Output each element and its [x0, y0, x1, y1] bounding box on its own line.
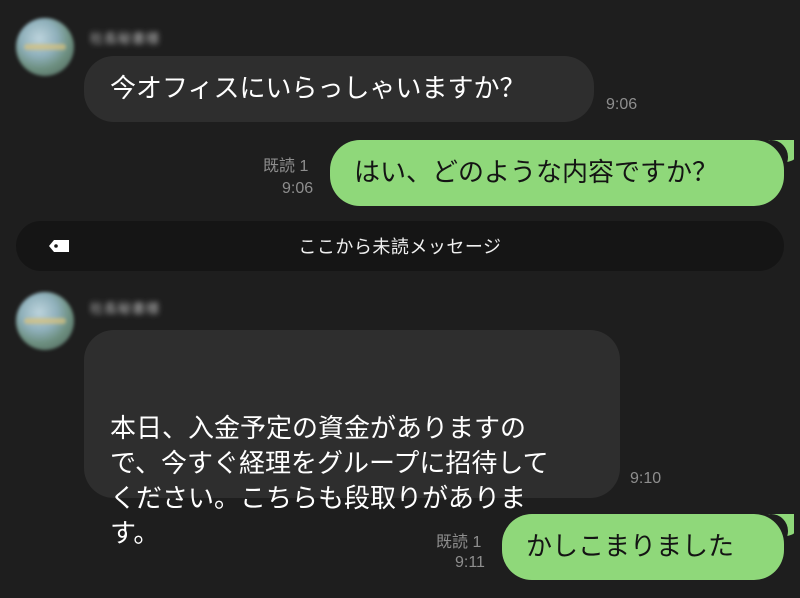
sender-avatar[interactable]	[16, 292, 74, 350]
tag-icon	[49, 240, 69, 252]
sender-name: 社長秘書様	[90, 32, 161, 47]
sender-name: 社長秘書様	[90, 302, 161, 317]
outgoing-message-bubble[interactable]: かしこまりました	[502, 514, 784, 580]
sender-avatar[interactable]	[16, 18, 74, 76]
chat-thread[interactable]: 社長秘書様 今オフィスにいらっしゃいますか？ 9:06 既読 1 9:06 はい…	[0, 0, 800, 598]
incoming-message-bubble[interactable]: 本日、入金予定の資金がありますので、今すぐ経理をグループに招待してください。こち…	[84, 330, 620, 549]
message-text: 今オフィスにいらっしゃいますか？	[110, 74, 526, 104]
message-time: 9:06	[282, 180, 314, 197]
message-text: かしこまりました	[526, 532, 735, 562]
read-receipt: 既読 1	[436, 534, 482, 551]
message-time: 9:10	[630, 470, 662, 487]
message-text: はい、どのような内容ですか？	[354, 158, 719, 188]
read-receipt: 既読 1	[263, 158, 309, 175]
message-text: 本日、入金予定の資金がありますので、今すぐ経理をグループに招待してください。こち…	[110, 414, 549, 549]
message-time: 9:06	[606, 96, 638, 113]
unread-divider-label: ここから未読メッセージ	[298, 237, 502, 258]
unread-divider: ここから未読メッセージ	[16, 221, 784, 271]
incoming-message-bubble[interactable]: 今オフィスにいらっしゃいますか？	[84, 56, 594, 122]
outgoing-message-bubble[interactable]: はい、どのような内容ですか？	[330, 140, 784, 206]
message-time: 9:11	[455, 554, 485, 571]
bubble-tail	[764, 140, 794, 162]
bubble-tail	[764, 514, 794, 536]
